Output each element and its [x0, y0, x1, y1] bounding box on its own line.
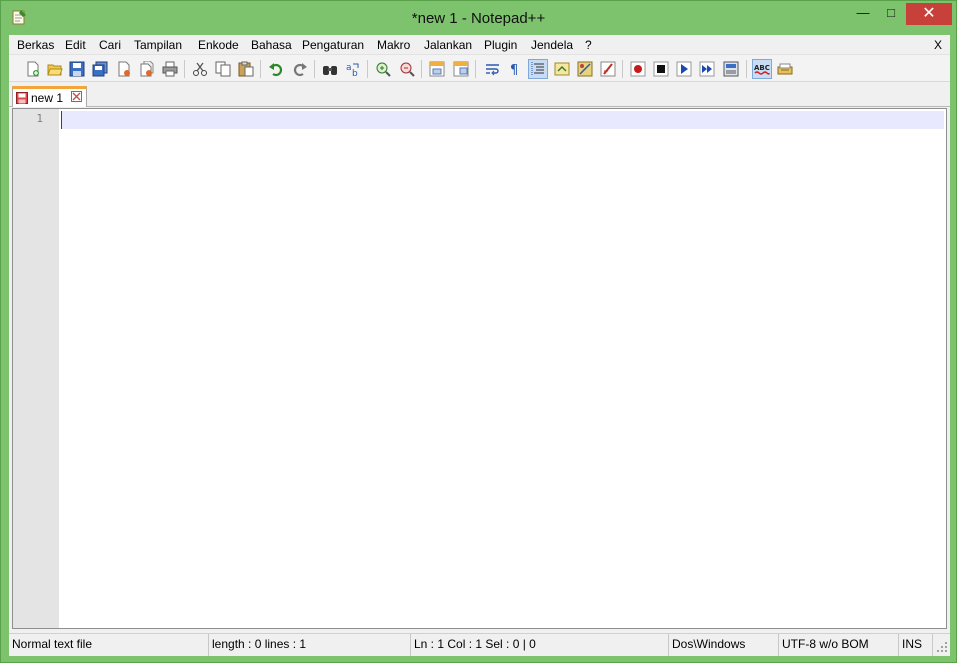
text-editor[interactable]: 1	[12, 108, 947, 629]
word-wrap-icon[interactable]	[483, 59, 503, 79]
tab-bar: new 1	[9, 83, 950, 107]
status-encoding: UTF-8 w/o BOM	[779, 634, 899, 656]
svg-text:a: a	[346, 63, 352, 73]
toolbar-separator	[475, 60, 476, 78]
save-all-icon[interactable]	[90, 59, 110, 79]
menu-help[interactable]: ?	[585, 38, 592, 52]
close-document-button[interactable]: X	[934, 38, 942, 52]
zoom-in-icon[interactable]	[373, 59, 393, 79]
maximize-button[interactable]: □	[877, 3, 905, 25]
svg-text:¶: ¶	[510, 63, 518, 77]
user-lang-icon[interactable]	[552, 59, 572, 79]
toolbar-separator	[184, 60, 185, 78]
paste-icon[interactable]	[236, 59, 256, 79]
menu-edit[interactable]: Edit	[65, 38, 86, 52]
close-all-icon[interactable]	[137, 59, 157, 79]
toolbar-separator	[746, 60, 747, 78]
function-list-icon[interactable]	[598, 59, 618, 79]
record-macro-icon[interactable]	[628, 59, 648, 79]
toolbar-separator	[421, 60, 422, 78]
zoom-out-icon[interactable]	[397, 59, 417, 79]
replace-icon[interactable]: ab	[343, 59, 363, 79]
play-macro-icon[interactable]	[674, 59, 694, 79]
show-all-chars-icon[interactable]: ¶	[505, 59, 525, 79]
menu-makro[interactable]: Makro	[377, 38, 410, 52]
doc-map-icon[interactable]	[575, 59, 595, 79]
toolbar-separator	[367, 60, 368, 78]
toolbar-separator	[314, 60, 315, 78]
new-file-icon[interactable]	[23, 59, 43, 79]
status-length-lines: length : 0 lines : 1	[209, 634, 411, 656]
title-bar[interactable]: *new 1 - Notepad++ — □ ✕	[1, 1, 956, 35]
menu-pengaturan[interactable]: Pengaturan	[302, 38, 364, 52]
close-icon[interactable]	[114, 59, 134, 79]
window-title: *new 1 - Notepad++	[411, 10, 546, 27]
menu-cari[interactable]: Cari	[99, 38, 121, 52]
find-icon[interactable]	[320, 59, 340, 79]
toolbar-separator	[622, 60, 623, 78]
save-icon[interactable]	[67, 59, 87, 79]
svg-text:ABC: ABC	[754, 64, 770, 72]
resize-grip-icon[interactable]	[936, 641, 948, 653]
status-insert-mode: INS	[899, 634, 933, 656]
tab-new-1[interactable]: new 1	[12, 86, 87, 107]
sync-vertical-icon[interactable]	[427, 59, 447, 79]
menu-plugin[interactable]: Plugin	[484, 38, 517, 52]
menu-bahasa[interactable]: Bahasa	[251, 38, 292, 52]
tab-label: new 1	[31, 91, 64, 105]
spell-check-icon[interactable]: ABC	[752, 59, 772, 79]
tab-close-icon[interactable]	[71, 91, 82, 102]
line-number: 1	[36, 112, 43, 125]
cut-icon[interactable]	[190, 59, 210, 79]
print-icon[interactable]	[160, 59, 180, 79]
current-line-highlight[interactable]	[61, 111, 944, 129]
undo-icon[interactable]	[266, 59, 286, 79]
menu-enkode[interactable]: Enkode	[198, 38, 239, 52]
menu-berkas[interactable]: Berkas	[17, 38, 54, 52]
redo-icon[interactable]	[290, 59, 310, 79]
save-macro-icon[interactable]	[721, 59, 741, 79]
copy-icon[interactable]	[213, 59, 233, 79]
close-window-button[interactable]: ✕	[906, 3, 952, 25]
open-file-icon[interactable]	[45, 59, 65, 79]
status-eol: Dos\Windows	[669, 634, 779, 656]
plugin-icon[interactable]	[775, 59, 795, 79]
menu-jalankan[interactable]: Jalankan	[424, 38, 472, 52]
stop-macro-icon[interactable]	[651, 59, 671, 79]
unsaved-file-icon	[16, 92, 28, 104]
client-area: Berkas Edit Cari Tampilan Enkode Bahasa …	[9, 35, 950, 656]
line-number-gutter: 1	[13, 109, 59, 628]
toolbar: ab ¶ ABC	[9, 54, 950, 82]
svg-text:b: b	[352, 69, 358, 77]
run-macro-multiple-icon[interactable]	[697, 59, 717, 79]
fold-margin[interactable]	[59, 109, 61, 628]
toolbar-separator	[260, 60, 261, 78]
minimize-button[interactable]: —	[849, 3, 877, 25]
menu-jendela[interactable]: Jendela	[531, 38, 573, 52]
sync-horizontal-icon[interactable]	[451, 59, 471, 79]
status-bar: Normal text file length : 0 lines : 1 Ln…	[9, 633, 950, 656]
menu-tampilan[interactable]: Tampilan	[134, 38, 182, 52]
notepadpp-window: *new 1 - Notepad++ — □ ✕ Berkas Edit Car…	[0, 0, 957, 663]
indent-guide-icon[interactable]	[528, 59, 548, 79]
menu-bar: Berkas Edit Cari Tampilan Enkode Bahasa …	[9, 35, 950, 54]
status-file-type: Normal text file	[9, 634, 209, 656]
status-position: Ln : 1 Col : 1 Sel : 0 | 0	[411, 634, 669, 656]
text-caret	[61, 111, 62, 129]
